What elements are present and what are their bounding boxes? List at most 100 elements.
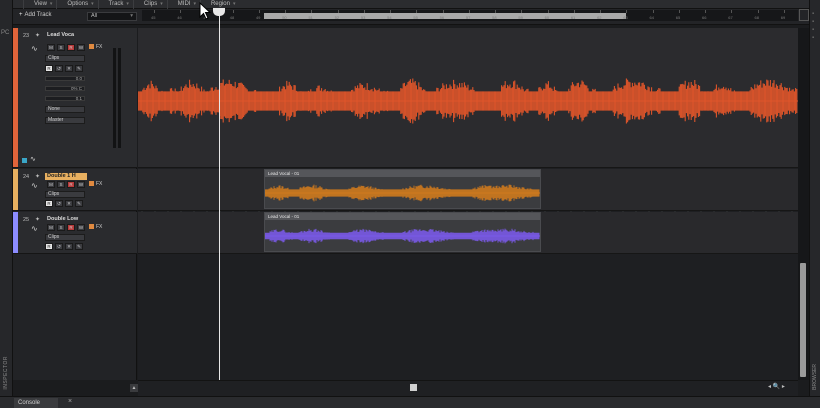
mic-icon: ✦ xyxy=(35,217,41,223)
clips-pane[interactable]: Lead Vocal - 01 Lead Vocal - 01 xyxy=(137,28,798,380)
output-select[interactable]: Master xyxy=(45,117,85,124)
vertical-scrollbar[interactable] xyxy=(798,28,809,380)
timeline-ruler[interactable]: 4546474849505152535455565758596061626364… xyxy=(142,10,798,21)
level-meter-right xyxy=(118,48,121,148)
horizontal-scrollbar[interactable]: ▲ ◂ 🔍 ▸ xyxy=(130,380,798,396)
clip-double-low[interactable]: Lead Vocal - 01 xyxy=(264,212,541,252)
solo-button[interactable]: S xyxy=(57,44,65,51)
horizontal-scroll-thumb[interactable] xyxy=(410,384,417,391)
ruler-label: 66 xyxy=(702,15,707,20)
ruler-label: 61 xyxy=(570,15,576,20)
lane-icon[interactable] xyxy=(22,158,27,163)
ruler-label: 49 xyxy=(255,15,261,20)
menu-view[interactable]: View ▾ xyxy=(23,0,56,9)
console-bar: Console × xyxy=(0,396,820,408)
zoom-icons[interactable]: ◂ 🔍 ▸ xyxy=(768,383,785,390)
record-button[interactable]: R xyxy=(67,224,75,231)
read-button[interactable]: R xyxy=(45,65,53,72)
track-filter-select[interactable]: All ▾ xyxy=(87,12,137,21)
track-header-double-high[interactable]: 24 ✦ Double 1 H ∿ M S R W FX Clips R ↺ ✕… xyxy=(13,169,137,211)
inspector-tab[interactable]: INSPECTOR xyxy=(3,356,9,390)
fx-square-icon xyxy=(89,181,94,187)
menu-bar: View ▾ Options ▾ Track ▾ Clips ▾ MIDI ▾ Regio… xyxy=(13,0,809,9)
loop-button[interactable]: ↺ xyxy=(55,200,63,207)
input-gain-slider[interactable]: 0.0 xyxy=(45,76,85,81)
chevron-down-icon: ▾ xyxy=(91,0,94,7)
ruler-label: 53 xyxy=(360,15,366,20)
edit-button[interactable]: ✎ xyxy=(75,200,83,207)
mute-button[interactable]: M xyxy=(47,44,55,51)
ruler-tick xyxy=(783,10,785,13)
add-track-button[interactable]: + Add Track xyxy=(19,12,52,18)
chevron-down-icon: ▾ xyxy=(160,0,163,7)
ruler-label: 46 xyxy=(177,15,182,20)
input-select[interactable]: None xyxy=(45,106,85,113)
vertical-scroll-thumb[interactable] xyxy=(800,263,806,377)
chevron-down-icon: ▾ xyxy=(126,0,129,7)
phase-button[interactable]: ✕ xyxy=(65,243,73,250)
lane-double-high[interactable]: Lead Vocal - 01 xyxy=(138,169,798,211)
lead-vocal-waveform[interactable] xyxy=(137,28,798,168)
browser-rail[interactable]: ▪ ▪ ▪ ▪ BROWSER xyxy=(809,0,820,396)
lock-icon[interactable]: ▲ xyxy=(130,384,138,392)
plus-icon: + xyxy=(19,12,23,18)
clips-field[interactable]: Clips xyxy=(45,234,85,241)
ruler-tick xyxy=(258,10,260,13)
record-button[interactable]: R xyxy=(67,181,75,188)
solo-button[interactable]: S xyxy=(57,224,65,231)
ruler-end-button[interactable] xyxy=(799,9,809,21)
edit-button[interactable]: ✎ xyxy=(75,243,83,250)
ruler-tick xyxy=(705,10,707,13)
pan-slider[interactable]: 0% C xyxy=(45,86,85,91)
mic-icon: ✦ xyxy=(35,33,41,39)
clips-field[interactable]: Clips xyxy=(45,191,85,198)
automation-icon[interactable]: ∿ xyxy=(30,155,36,163)
volume-slider[interactable]: 0.1 xyxy=(45,96,85,101)
ruler-tick xyxy=(468,10,470,13)
playhead-handle[interactable] xyxy=(213,8,225,16)
fx-button[interactable]: FX xyxy=(89,181,102,187)
clip-double-high[interactable]: Lead Vocal - 01 xyxy=(264,169,541,209)
menu-clips[interactable]: Clips ▾ xyxy=(132,0,167,9)
menu-track[interactable]: Track ▾ xyxy=(97,0,133,9)
browser-tab[interactable]: BROWSER xyxy=(812,364,818,390)
write-button[interactable]: W xyxy=(77,44,85,51)
mute-button[interactable]: M xyxy=(47,181,55,188)
phase-button[interactable]: ✕ xyxy=(65,65,73,72)
mouse-cursor-icon xyxy=(199,2,212,20)
ruler-label: 64 xyxy=(649,15,654,20)
read-button[interactable]: R xyxy=(45,200,53,207)
ruler-tick xyxy=(416,10,418,13)
phase-button[interactable]: ✕ xyxy=(65,200,73,207)
track-name[interactable]: Lead Voca xyxy=(45,32,87,39)
track-name[interactable]: Double Low xyxy=(45,216,87,223)
fx-button[interactable]: FX xyxy=(89,224,102,230)
lane-lead-vocal[interactable] xyxy=(137,28,798,168)
menu-options[interactable]: Options ▾ xyxy=(56,0,97,9)
fx-square-icon xyxy=(89,224,94,230)
ruler-tick xyxy=(363,10,365,13)
track-header-double-low[interactable]: 25 ✦ Double Low ∿ M S R W FX Clips R ↺ ✕… xyxy=(13,212,137,254)
menu-midi[interactable]: MIDI ▾ xyxy=(166,0,200,9)
ruler-label: 59 xyxy=(518,15,523,20)
lane-double-low[interactable]: Lead Vocal - 01 xyxy=(138,212,798,254)
write-button[interactable]: W xyxy=(77,224,85,231)
record-button[interactable]: R xyxy=(67,44,75,51)
close-icon[interactable]: × xyxy=(68,398,72,405)
track-name[interactable]: Double 1 H xyxy=(45,173,87,180)
playhead[interactable] xyxy=(219,8,220,380)
read-button[interactable]: R xyxy=(45,243,53,250)
clips-field[interactable]: Clips xyxy=(45,55,85,62)
console-tab[interactable]: Console xyxy=(14,398,58,408)
fx-button[interactable]: FX xyxy=(89,44,102,50)
audio-wave-icon: ∿ xyxy=(31,181,38,190)
edit-button[interactable]: ✎ xyxy=(75,65,83,72)
loop-button[interactable]: ↺ xyxy=(55,65,63,72)
inspector-rail[interactable]: PC INSPECTOR xyxy=(0,0,13,396)
loop-button[interactable]: ↺ xyxy=(55,243,63,250)
track-header-lead-vocal[interactable]: 23 ✦ Lead Voca ∿ M S R W FX Clips R ↺ ✕ … xyxy=(13,28,137,168)
write-button[interactable]: W xyxy=(77,181,85,188)
ruler-label: 58 xyxy=(492,15,497,20)
solo-button[interactable]: S xyxy=(57,181,65,188)
mute-button[interactable]: M xyxy=(47,224,55,231)
